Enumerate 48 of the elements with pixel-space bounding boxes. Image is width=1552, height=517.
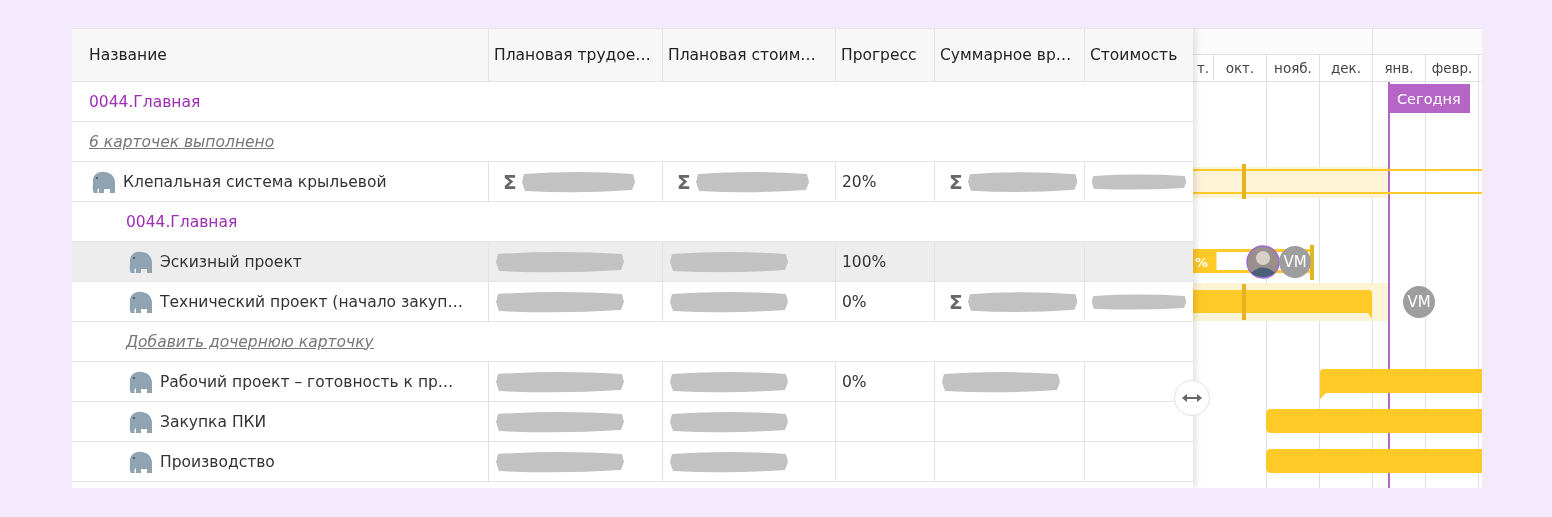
column-header[interactable]: Прогресс xyxy=(835,29,934,81)
column-header[interactable]: Суммарное вр… xyxy=(934,29,1084,81)
card-row[interactable]: Технический проект (начало закуп… 0% Σ xyxy=(72,282,1193,322)
text-link[interactable]: Добавить дочернюю карточку xyxy=(126,332,374,351)
card-name: Рабочий проект – готовность к пр… xyxy=(160,372,454,391)
card-row[interactable]: Производство xyxy=(72,442,1193,482)
milestone-marker[interactable] xyxy=(1242,164,1246,199)
month-label: дек. xyxy=(1320,55,1373,81)
sigma-icon: Σ xyxy=(949,169,963,194)
card-row[interactable]: Закупка ПКИ xyxy=(72,402,1193,442)
bar-label: % xyxy=(1195,255,1209,270)
month-label: февр. xyxy=(1426,55,1479,81)
month-label: нояб. xyxy=(1267,55,1320,81)
card-row[interactable]: Клепальная система крыльевой Σ Σ 20% Σ xyxy=(72,162,1193,202)
table-cell: 0% xyxy=(842,372,867,391)
month-label: окт. xyxy=(1214,55,1267,81)
summary-bar[interactable] xyxy=(1193,169,1482,194)
card-row[interactable]: Рабочий проект – готовность к пр… 0% xyxy=(72,362,1193,402)
milestone-marker[interactable] xyxy=(1242,284,1246,320)
resize-icon xyxy=(1181,393,1203,403)
card-name: Производство xyxy=(160,452,275,471)
card-name: Клепальная система крыльевой xyxy=(123,172,387,191)
month-label: т. xyxy=(1193,55,1214,81)
resize-handle[interactable] xyxy=(1174,380,1210,416)
card-name: Закупка ПКИ xyxy=(160,412,267,431)
card-name: Эскизный проект xyxy=(160,252,302,271)
task-bar[interactable] xyxy=(1193,290,1372,319)
column-header[interactable]: Плановая стоим… xyxy=(662,29,835,81)
table-cell: 100% xyxy=(842,252,887,271)
today-tag: Сегодня xyxy=(1388,84,1470,113)
milestone-marker[interactable] xyxy=(1310,245,1314,280)
task-bar[interactable] xyxy=(1266,449,1482,473)
column-header[interactable]: Плановая трудое… xyxy=(488,29,662,81)
month-label: янв. xyxy=(1373,55,1426,81)
task-bar[interactable] xyxy=(1266,409,1482,433)
card-row[interactable]: Эскизный проект 100% xyxy=(72,242,1193,282)
group-label: 0044.Главная xyxy=(89,92,201,111)
sigma-icon: Σ xyxy=(677,169,691,194)
sigma-icon: Σ xyxy=(949,289,963,314)
sigma-icon: Σ xyxy=(503,169,517,194)
table-cell: 0% xyxy=(842,292,867,311)
column-header[interactable]: Название xyxy=(72,29,488,81)
task-bar[interactable] xyxy=(1320,369,1482,399)
table-cell: 20% xyxy=(842,172,877,191)
text-link[interactable]: 6 карточек выполнено xyxy=(89,132,275,151)
avatar-icon[interactable] xyxy=(1246,245,1280,279)
group-label: 0044.Главная xyxy=(126,212,238,231)
card-name: Технический проект (начало закуп… xyxy=(160,292,463,311)
